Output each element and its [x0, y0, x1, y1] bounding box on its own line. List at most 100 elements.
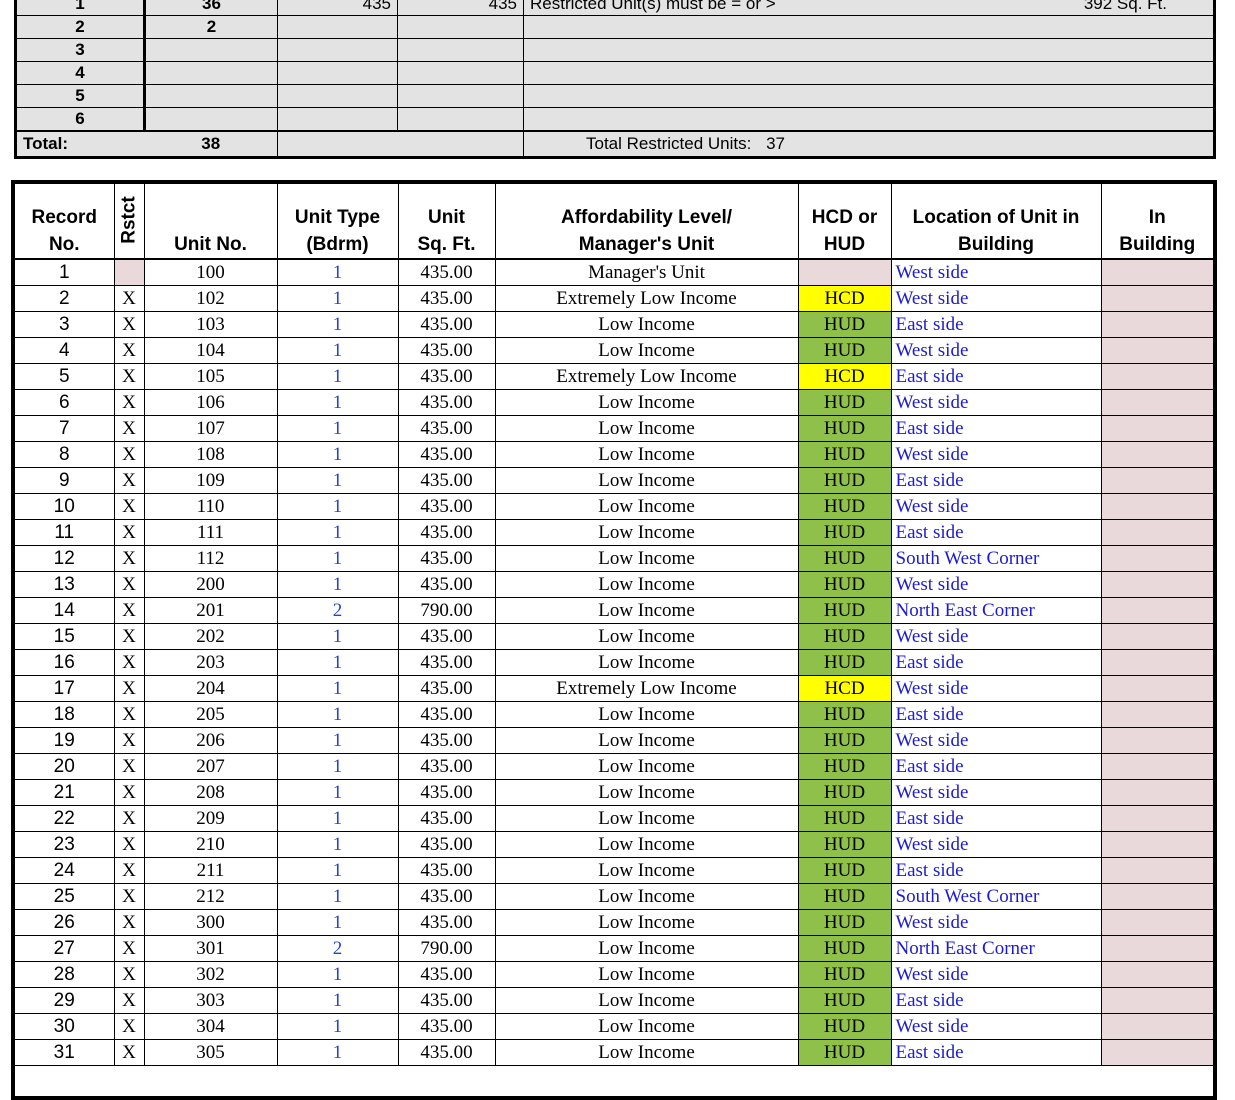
record-no-cell: 23 [15, 831, 115, 858]
restricted-cell: X [114, 1039, 145, 1066]
in-building-cell [1101, 467, 1213, 494]
affordability-cell: Low Income [495, 493, 799, 520]
restricted-total-label: Total Restricted Units: [586, 134, 752, 153]
agency-cell: HUD [798, 1039, 892, 1066]
summary-row-count [144, 38, 278, 62]
in-building-cell [1101, 753, 1213, 780]
summary-row-number: 3 [16, 38, 146, 62]
sqft-cell: 435.00 [398, 805, 496, 832]
in-building-cell [1101, 363, 1213, 390]
agency-cell: HUD [798, 961, 892, 988]
unit-no-cell: 201 [144, 597, 278, 624]
record-no-cell: 8 [15, 441, 115, 468]
location-cell: West side [891, 623, 1102, 650]
header-in-building: In Building [1101, 184, 1213, 260]
summary-row-count [144, 84, 278, 108]
in-building-cell [1101, 727, 1213, 754]
summary-row-message [523, 38, 1214, 62]
unit-no-cell: 106 [144, 389, 278, 416]
restricted-cell: X [114, 805, 145, 832]
sqft-cell: 435.00 [398, 649, 496, 676]
summary-row-sqft-a [277, 107, 398, 132]
in-building-cell [1101, 285, 1213, 312]
unit-type-cell: 1 [277, 467, 399, 494]
unit-type-cell: 1 [277, 727, 399, 754]
summary-total-row: Total: 38 Total Restricted Units: 37 [16, 130, 1214, 157]
summary-row: 22 [16, 15, 1214, 39]
in-building-cell [1101, 857, 1213, 884]
agency-cell: HUD [798, 883, 892, 910]
location-cell: East side [891, 363, 1102, 390]
location-cell: East side [891, 701, 1102, 728]
sqft-cell: 435.00 [398, 701, 496, 728]
unit-type-cell: 1 [277, 987, 399, 1014]
sqft-cell: 435.00 [398, 259, 496, 286]
unit-table: Record No. Rstct Unit No. Unit Type (Bdrm)… [11, 180, 1217, 1100]
location-cell: West side [891, 727, 1102, 754]
header-record-no: Record No. [15, 184, 115, 260]
affordability-cell: Low Income [495, 415, 799, 442]
summary-row-sqft-b [397, 61, 524, 85]
in-building-cell [1101, 415, 1213, 442]
sqft-cell: 435.00 [398, 675, 496, 702]
restricted-cell: X [114, 415, 145, 442]
location-cell: East side [891, 649, 1102, 676]
affordability-cell: Low Income [495, 545, 799, 572]
agency-cell: HUD [798, 389, 892, 416]
sqft-cell: 435.00 [398, 909, 496, 936]
restricted-cell: X [114, 597, 145, 624]
sqft-cell: 435.00 [398, 831, 496, 858]
table-row: 29 X 303 1 435.00 Low Income HUD East side [15, 987, 1213, 1014]
affordability-cell: Manager's Unit [495, 259, 799, 286]
summary-row-number: 4 [16, 61, 146, 85]
location-cell: West side [891, 831, 1102, 858]
affordability-cell: Low Income [495, 597, 799, 624]
restricted-cell: X [114, 467, 145, 494]
in-building-cell [1101, 779, 1213, 806]
agency-cell: HUD [798, 987, 892, 1014]
header-affordability: Affordability Level/Manager's Unit [495, 184, 799, 260]
record-no-cell: 1 [15, 259, 115, 286]
restricted-cell: X [114, 649, 145, 676]
table-row: 14 X 201 2 790.00 Low Income HUD North East Cor… [15, 597, 1213, 624]
unit-type-cell: 1 [277, 571, 399, 598]
unit-no-cell: 111 [144, 519, 278, 546]
restricted-cell [114, 259, 145, 286]
in-building-cell [1101, 1039, 1213, 1066]
unit-type-cell: 1 [277, 389, 399, 416]
unit-no-cell: 203 [144, 649, 278, 676]
in-building-cell [1101, 961, 1213, 988]
unit-no-cell: 208 [144, 779, 278, 806]
summary-row-number: 5 [16, 84, 146, 108]
affordability-cell: Low Income [495, 987, 799, 1014]
summary-row-sqft-a [277, 15, 398, 39]
unit-no-cell: 211 [144, 857, 278, 884]
record-no-cell: 21 [15, 779, 115, 806]
table-row: 17 X 204 1 435.00 Extremely Low Income HCD West… [15, 675, 1213, 702]
restricted-cell: X [114, 753, 145, 780]
location-cell: West side [891, 337, 1102, 364]
summary-row-count: 36 [144, 0, 278, 16]
in-building-cell [1101, 805, 1213, 832]
agency-cell: HCD [798, 285, 892, 312]
in-building-cell [1101, 701, 1213, 728]
record-no-cell: 12 [15, 545, 115, 572]
restricted-cell: X [114, 779, 145, 806]
summary-row-sqft-b: 435 [397, 0, 524, 16]
summary-row-sqft-a [277, 84, 398, 108]
in-building-cell [1101, 935, 1213, 962]
restricted-cell: X [114, 285, 145, 312]
summary-row-message: Restricted Unit(s) must be = or > 392 Sq.… [523, 0, 1214, 16]
in-building-cell [1101, 883, 1213, 910]
table-row: 9 X 109 1 435.00 Low Income HUD East side [15, 467, 1213, 494]
record-no-cell: 7 [15, 415, 115, 442]
agency-cell: HUD [798, 909, 892, 936]
sqft-cell: 435.00 [398, 779, 496, 806]
affordability-cell: Extremely Low Income [495, 675, 799, 702]
record-no-cell: 30 [15, 1013, 115, 1040]
restricted-cell: X [114, 857, 145, 884]
table-row: 23 X 210 1 435.00 Low Income HUD West side [15, 831, 1213, 858]
restricted-cell: X [114, 441, 145, 468]
summary-row-sqft-a [277, 61, 398, 85]
in-building-cell [1101, 597, 1213, 624]
